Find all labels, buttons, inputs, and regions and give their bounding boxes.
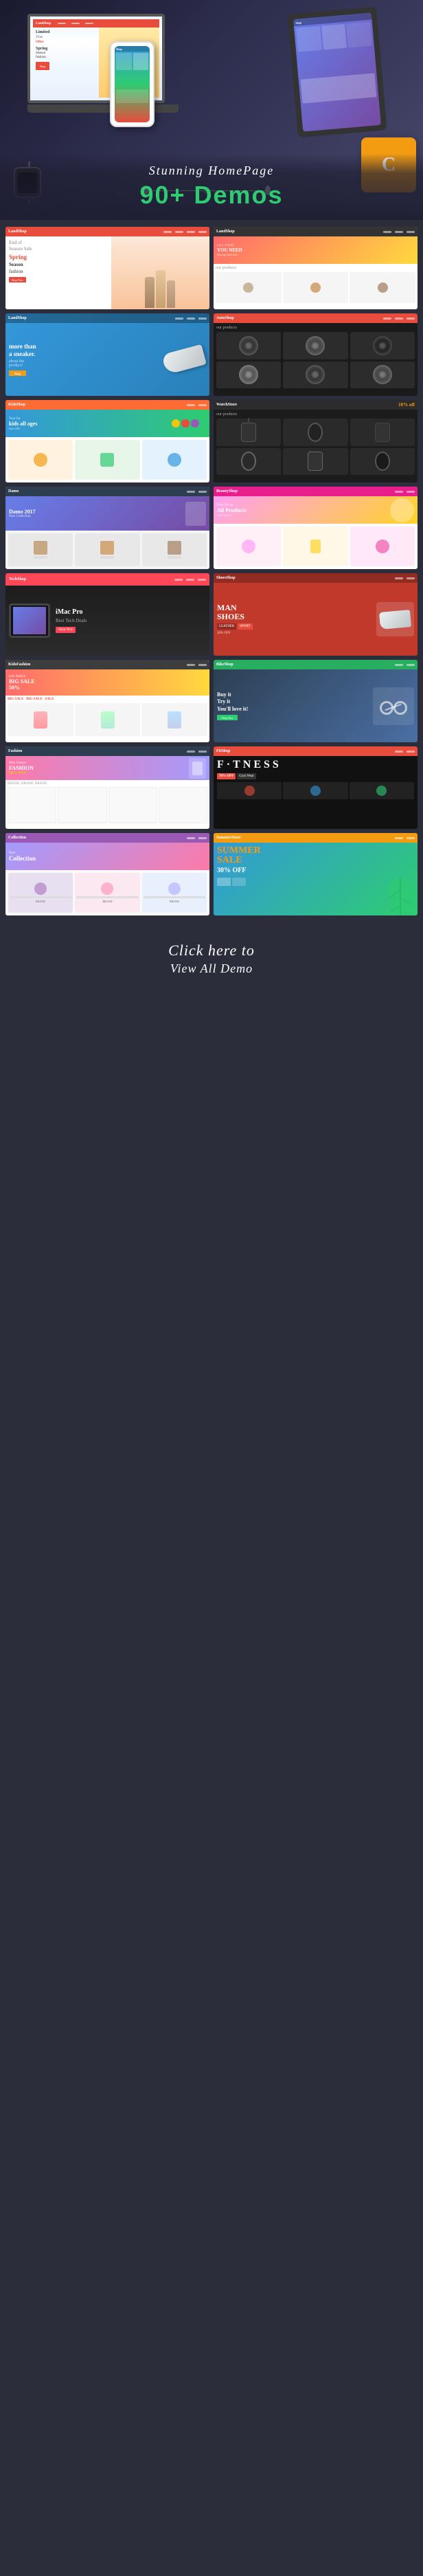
demo-collection[interactable]: Collection New Collection BRAND	[5, 833, 209, 915]
demo-row-1: LandShop End of Season Sale Spring Seaso…	[5, 227, 418, 309]
hero-section: LandShop Limited Time Offer Spring	[0, 0, 423, 220]
demo-summer-sale[interactable]: SummerStore SummerSALE 30% OFF	[214, 833, 418, 915]
hero-text-overlay: Stunning HomePage 90+ Demos	[0, 153, 423, 220]
demo-man-shoes[interactable]: ShoesShop MANSHOES LEATHER SPORT 30% OFF	[214, 573, 418, 656]
demo-imac-pro[interactable]: TechShop iMac Pro Best Tech Deals Shop N…	[5, 573, 209, 656]
demo-spring-fashion[interactable]: LandShop End of Season Sale Spring Seaso…	[5, 227, 209, 309]
demo-row-3: KidsShop Toys for kids all ages Save 10%	[5, 400, 418, 482]
imac-title: iMac Pro	[56, 608, 206, 616]
demo-row-6: KidsFashion kids fashion BIG SALE50% BIG…	[5, 660, 418, 742]
imac-subtitle: Best Tech Deals	[56, 618, 206, 623]
demo-row-2: LandShop more thana sneaker. about thepr…	[5, 313, 418, 396]
demo-row-8: Collection New Collection BRAND	[5, 833, 418, 915]
cta-line1: Click here to	[7, 940, 416, 962]
phone-mockup: Shop	[110, 41, 158, 131]
demo-watches[interactable]: WatchStore 10% off our products	[214, 400, 418, 482]
demo-cosmetics[interactable]: BeautyShop Find 5% on All Products You'l…	[214, 487, 418, 569]
demo-row-4: Damo Damo 2017 New Collection	[5, 487, 418, 569]
cta-line2: View All Demo	[7, 962, 416, 976]
demo-fitness[interactable]: FitShop F·TNESS 70% OFF Gym Wear	[214, 746, 418, 829]
demo-row-7: Fashion New Season FASHION 50% OFF BRAND…	[5, 746, 418, 829]
demo-sneaker[interactable]: LandShop more thana sneaker. about thepr…	[5, 313, 209, 396]
demos-section: LandShop End of Season Sale Spring Seaso…	[0, 220, 423, 926]
demo-kids-toys[interactable]: KidsShop Toys for kids all ages Save 10%	[5, 400, 209, 482]
hero-demos-count: 90+ Demos	[10, 181, 413, 210]
demo-row-5: TechShop iMac Pro Best Tech Deals Shop N…	[5, 573, 418, 656]
demo-wheels[interactable]: AutoShop our products	[214, 313, 418, 396]
cta-section[interactable]: Click here to View All Demo	[0, 926, 423, 993]
tablet-mockup: Shop	[293, 10, 402, 148]
hero-tagline: Stunning HomePage	[10, 164, 413, 178]
demo-women-fashion[interactable]: Fashion New Season FASHION 50% OFF BRAND…	[5, 746, 209, 829]
demo-spring-sale[interactable]: LandShop GET WHAT YOU NEED #Spring Final…	[214, 227, 418, 309]
demo-damo[interactable]: Damo Damo 2017 New Collection	[5, 487, 209, 569]
demo-bike[interactable]: BikeShop Buy itTry itYou'll love it! Sho…	[214, 660, 418, 742]
demo-fashion-kids[interactable]: KidsFashion kids fashion BIG SALE50% BIG…	[5, 660, 209, 742]
